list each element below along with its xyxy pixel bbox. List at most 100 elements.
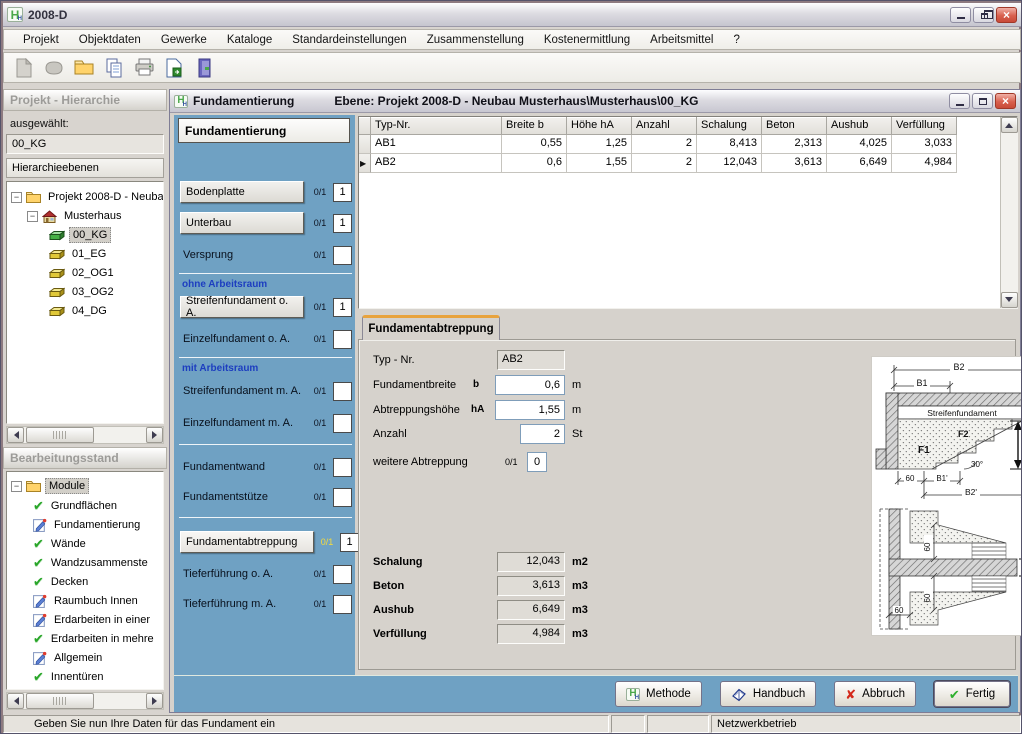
handbuch-button[interactable]: Handbuch — [720, 681, 816, 707]
module-label[interactable]: Wände — [48, 537, 89, 551]
scroll-down-icon[interactable] — [1001, 292, 1018, 308]
fertig-button[interactable]: ✔ Fertig — [934, 681, 1010, 707]
tree-node-label[interactable]: Projekt 2008-D - Neubau — [45, 190, 164, 204]
print-icon[interactable] — [132, 56, 156, 80]
quantity-box[interactable] — [333, 246, 352, 265]
scroll-right-icon[interactable] — [146, 427, 163, 443]
tree-node-03og2[interactable]: 03_OG2 — [49, 283, 117, 301]
weitere-abtreppung-input[interactable] — [527, 452, 547, 472]
scroll-right-icon[interactable] — [146, 693, 163, 709]
table-cell[interactable]: AB2 — [371, 154, 502, 173]
bodenplatte-button[interactable]: Bodenplatte — [180, 181, 304, 203]
table-cell[interactable]: 3,033 — [892, 135, 957, 154]
tree-node-04dg[interactable]: 04_DG — [49, 302, 110, 320]
methode-button[interactable]: H Methode — [615, 681, 702, 707]
quantity-box[interactable] — [333, 382, 352, 401]
hierarchy-levels-header[interactable]: Hierarchieebenen — [6, 158, 164, 178]
module-item[interactable]: ✔ Wände — [33, 535, 89, 553]
table-cell[interactable]: 3,613 — [762, 154, 827, 173]
tree-node-label[interactable]: Musterhaus — [61, 209, 124, 223]
table-row[interactable]: AB1 0,55 1,25 2 8,413 2,313 4,025 3,033 — [359, 135, 1000, 154]
export-icon[interactable] — [162, 56, 186, 80]
table-cell[interactable]: 12,043 — [697, 154, 762, 173]
module-label[interactable]: Fundamentierung — [51, 518, 143, 532]
close-button[interactable]: × — [996, 7, 1017, 23]
column-header[interactable]: Aushub — [827, 117, 892, 135]
menu-help[interactable]: ? — [724, 32, 748, 48]
module-label[interactable]: Allgemein — [51, 651, 105, 665]
column-header[interactable]: Höhe hA — [567, 117, 632, 135]
quantity-box[interactable] — [333, 330, 352, 349]
restore-button[interactable] — [973, 7, 994, 23]
table-cell[interactable]: 4,025 — [827, 135, 892, 154]
quantity-box[interactable] — [333, 458, 352, 477]
tieferfuehrung-oa-label[interactable]: Tieferführung o. A. — [180, 568, 307, 580]
tree-node-label[interactable]: 01_EG — [69, 247, 109, 261]
fundamentbreite-input[interactable] — [495, 375, 565, 395]
module-item[interactable]: ✔ Wandzusammenste — [33, 554, 151, 572]
module-item[interactable]: ✔ Decken — [33, 573, 91, 591]
module-close-button[interactable]: × — [995, 93, 1016, 109]
module-maximize-button[interactable] — [972, 93, 993, 109]
open-object-icon[interactable] — [42, 56, 66, 80]
table-cell[interactable]: 1,55 — [567, 154, 632, 173]
quantity-box[interactable]: 1 — [333, 214, 352, 233]
quantity-box[interactable]: 1 — [333, 183, 352, 202]
open-folder-icon[interactable] — [72, 56, 96, 80]
quantity-box[interactable] — [333, 488, 352, 507]
quantity-box[interactable] — [333, 414, 352, 433]
table-cell[interactable]: 8,413 — [697, 135, 762, 154]
tree-node-label[interactable]: 02_OG1 — [69, 266, 117, 280]
quantity-box[interactable]: 1 — [340, 533, 359, 552]
versprung-label[interactable]: Versprung — [180, 249, 307, 261]
table-cell[interactable]: 6,649 — [827, 154, 892, 173]
column-header[interactable]: Beton — [762, 117, 827, 135]
scroll-left-icon[interactable] — [7, 427, 24, 443]
collapse-icon[interactable]: − — [11, 481, 22, 492]
streifenfundament-oa-button[interactable]: Streifenfundament o. A. — [180, 296, 304, 318]
table-cell[interactable]: 2 — [632, 135, 697, 154]
scrollbar-thumb[interactable] — [26, 693, 94, 709]
module-item[interactable]: ✔ Innentüren — [33, 668, 107, 686]
table-row-selected[interactable]: ▶ AB2 0,6 1,55 2 12,043 3,613 6,649 4,98… — [359, 154, 1000, 173]
einzelfundament-oa-label[interactable]: Einzelfundament o. A. — [180, 333, 307, 345]
table-cell[interactable]: 0,55 — [502, 135, 567, 154]
module-item[interactable]: Fundamentierung — [33, 516, 143, 534]
table-cell[interactable]: 0,6 — [502, 154, 567, 173]
streifenfundament-ma-label[interactable]: Streifenfundament m. A. — [180, 385, 307, 397]
module-minimize-button[interactable] — [949, 93, 970, 109]
tree-node-label[interactable]: 00_KG — [69, 227, 111, 243]
menu-kataloge[interactable]: Kataloge — [218, 32, 281, 48]
table-vscrollbar[interactable] — [1000, 117, 1017, 308]
exit-door-icon[interactable] — [192, 56, 216, 80]
module-item[interactable]: ✔ Grundflächen — [33, 497, 120, 515]
new-document-icon[interactable] — [12, 56, 36, 80]
tree-node-project[interactable]: − Projekt 2008-D - Neubau — [11, 188, 164, 206]
collapse-icon[interactable]: − — [27, 211, 38, 222]
menu-projekt[interactable]: Projekt — [14, 32, 68, 48]
module-label[interactable]: Grundflächen — [48, 499, 120, 513]
module-label[interactable]: Raumbuch Innen — [51, 594, 141, 608]
menu-standardeinstellungen[interactable]: Standardeinstellungen — [283, 32, 415, 48]
tree-node-02og1[interactable]: 02_OG1 — [49, 264, 117, 282]
quantity-box[interactable]: 1 — [333, 298, 352, 317]
module-label[interactable]: Innentüren — [48, 670, 107, 684]
menu-objektdaten[interactable]: Objektdaten — [70, 32, 150, 48]
table-cell[interactable]: 4,984 — [892, 154, 957, 173]
module-label[interactable]: Decken — [48, 575, 91, 589]
table-cell[interactable]: AB1 — [371, 135, 502, 154]
tree-node-musterhaus[interactable]: − Musterhaus — [27, 207, 124, 225]
table-cell[interactable]: 1,25 — [567, 135, 632, 154]
module-item[interactable]: ✔ Erdarbeiten in mehre — [33, 630, 157, 648]
tree-node-module[interactable]: − Module — [11, 477, 89, 495]
scroll-up-icon[interactable] — [1001, 117, 1018, 133]
hierarchy-hscrollbar[interactable] — [6, 426, 164, 444]
tab-fundamentabtreppung[interactable]: Fundamentabtreppung — [362, 315, 500, 340]
module-label[interactable]: Erdarbeiten in einer — [51, 613, 153, 627]
module-item[interactable]: Raumbuch Innen — [33, 592, 141, 610]
column-header[interactable]: Typ-Nr. — [371, 117, 502, 135]
fundamentwand-label[interactable]: Fundamentwand — [180, 461, 307, 473]
menu-zusammenstellung[interactable]: Zusammenstellung — [418, 32, 533, 48]
scroll-left-icon[interactable] — [7, 693, 24, 709]
anzahl-input[interactable] — [520, 424, 565, 444]
